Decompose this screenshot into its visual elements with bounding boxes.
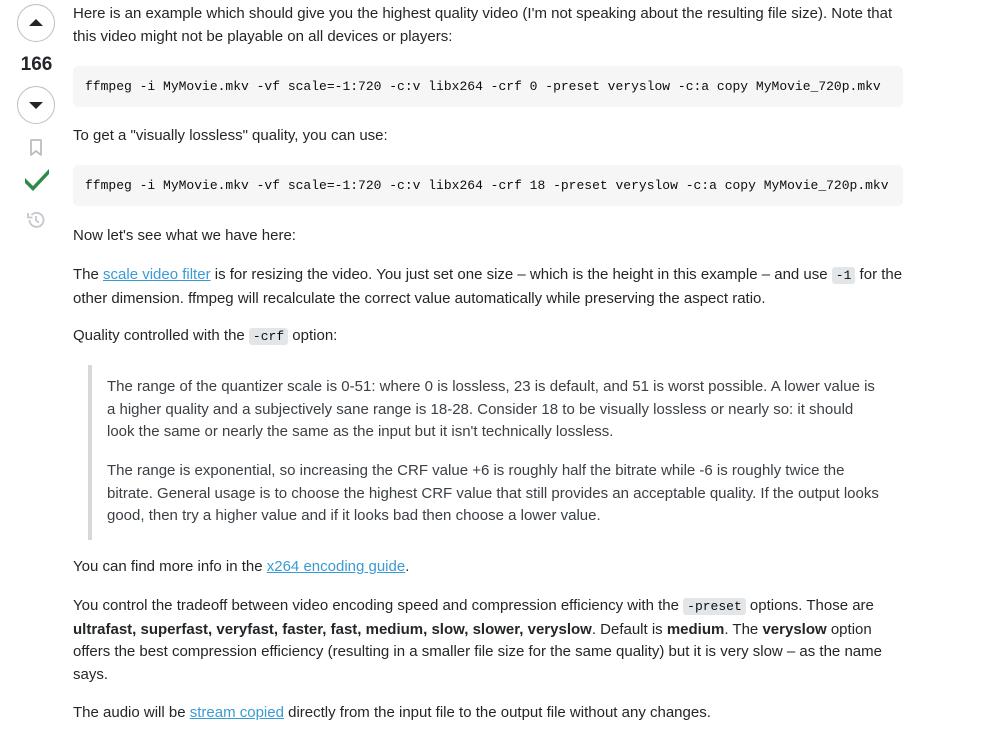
accepted-answer-indicator [23,164,51,192]
guide-prefix: You can find more info in the [73,558,267,575]
vote-count: 166 [20,54,53,75]
crf-paragraph: Quality controlled with the -crf option: [73,325,337,349]
scale-paragraph: The scale video filter is for resizing t… [73,264,905,310]
history-icon [27,212,45,228]
quote-paragraph-2: The range is exponential, so increasing … [107,462,879,524]
crf-suffix: option: [288,327,338,344]
blockquote: The range of the quantizer scale is 0-51… [88,365,882,540]
guide-paragraph: You can find more info in the x264 encod… [73,556,409,579]
stream-copied-link[interactable]: stream copied [190,704,284,721]
crf-prefix: Quality controlled with the [73,327,249,344]
code-block-lossless: ffmpeg -i MyMovie.mkv -vf scale=-1:720 -… [73,66,903,107]
preset-veryslow: veryslow [762,620,827,638]
x264-encoding-guide-link[interactable]: x264 encoding guide [267,558,405,575]
preset-paragraph: You control the tradeoff between video e… [73,595,905,686]
inline-code-preset: -preset [683,598,746,615]
guide-suffix: . [405,558,410,575]
scale-prefix: The [73,266,104,283]
upvote-arrow-icon [29,19,43,26]
upvote-button[interactable] [17,4,55,42]
history-button[interactable] [24,208,48,232]
audio-suffix: directly from the input file to the outp… [283,704,711,721]
visually-lossless-text: To get a "visually lossless" quality, yo… [73,127,388,144]
now-text: Now let's see what we have here: [73,227,296,244]
inline-code-crf: -crf [248,328,289,345]
audio-paragraph: The audio will be stream copied directly… [73,702,711,725]
bookmark-button[interactable] [24,136,48,160]
audio-prefix: The audio will be [73,704,190,721]
answer-intro: Here is an example which should give you… [73,5,893,45]
code-block-visually-lossless: ffmpeg -i MyMovie.mkv -vf scale=-1:720 -… [73,165,903,206]
inline-code-minus-one: -1 [831,267,856,284]
preset-mid-3: . The [724,620,763,638]
downvote-arrow-icon [29,102,43,109]
preset-mid-1: options. Those are [745,597,874,614]
preset-mid-2: . Default is [591,620,667,638]
accepted-checkmark-icon [25,169,49,191]
scale-middle: is for resizing the video. You just set … [210,266,832,283]
preset-prefix: You control the tradeoff between video e… [73,597,684,614]
downvote-button[interactable] [17,86,55,124]
preset-default: medium [666,620,725,638]
preset-list: ultrafast, superfast, veryfast, faster, … [73,620,592,638]
quote-paragraph-1: The range of the quantizer scale is 0-51… [107,378,875,440]
scale-video-filter-link[interactable]: scale video filter [103,266,211,283]
bookmark-icon [30,139,42,156]
